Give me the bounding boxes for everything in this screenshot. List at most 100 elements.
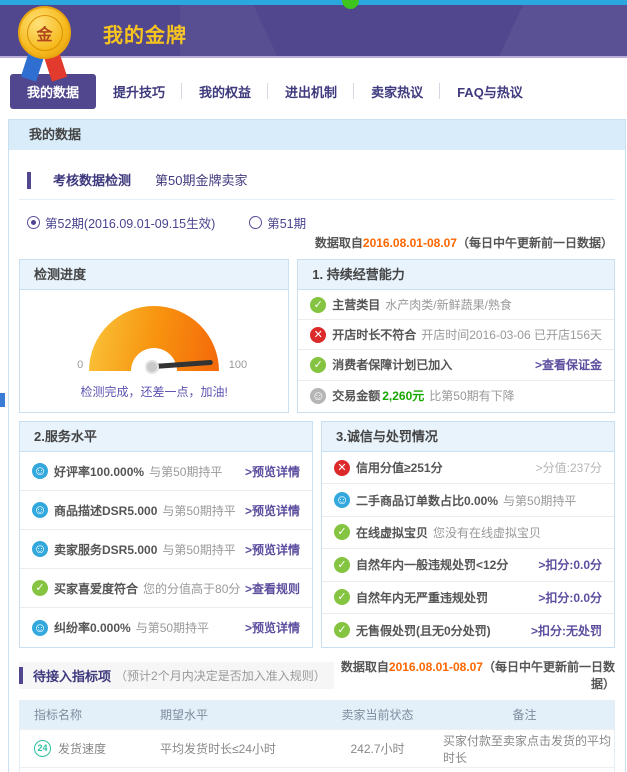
row-label: 二手商品订单数占比0.00% (356, 492, 498, 509)
col-header-remark: 备注 (435, 701, 614, 729)
panel-2: 2.服务水平 ☺好评率100.000%与第50期持平>预览详情☺商品描述DSR5… (19, 421, 313, 648)
tab-5[interactable]: 卖家热议 (354, 74, 440, 109)
row-detail: 与第50期持平 (503, 492, 576, 509)
row-detail: 与第50期持平 (136, 619, 209, 636)
check-icon: ✓ (310, 297, 326, 313)
neutral-icon: ☺ (310, 388, 326, 404)
row-link[interactable]: >扣分:0.0分 (538, 556, 602, 573)
radio-dot (249, 216, 262, 229)
panel-progress-title: 检测进度 (20, 260, 288, 290)
row-detail: 开店时间2016-03-06 已开店156天 (421, 326, 602, 343)
cell-name: 24 发货速度 (20, 740, 160, 757)
row-label: 无售假处罚(且无0分处罚) (356, 622, 491, 639)
tab-3[interactable]: 我的权益 (182, 74, 268, 109)
panel-3: 3.诚信与处罚情况 ✕ 信用分值≥251分 >分值:237分 ☺ 二手商品订单数占比0.… (321, 421, 615, 648)
row-link[interactable]: >预览详情 (245, 541, 300, 558)
panel-row: ✓ 主营类目水产肉类/新鲜蔬果/熟食 (298, 290, 614, 320)
check-icon: ✓ (334, 524, 350, 540)
gauge-caption: 检测完成，还差一点，加油! (80, 383, 227, 400)
row-link[interactable]: >预览详情 (245, 502, 300, 519)
sub-tab-bar: 考核数据检测第50期金牌卖家 (19, 160, 615, 200)
tab-6[interactable]: FAQ与热议 (440, 74, 540, 109)
cross-icon: ✕ (310, 327, 326, 343)
top-browser-bar (0, 0, 627, 5)
row-link[interactable]: >查看保证金 (535, 356, 602, 373)
period-radio-group: 第52期(2016.09.01-09.15生效) 第51期 (27, 213, 615, 232)
panel-row: ✓ 买家喜爱度符合您的分值高于80分 >查看规则 (20, 569, 312, 608)
cross-icon: ✕ (334, 460, 350, 476)
row-label: 开店时长不符合 (332, 326, 416, 343)
pending-title: 待接入指标项 (33, 666, 111, 685)
panel-row: ☺ 卖家服务DSR5.000 与第50期持平 >预览详情 (20, 530, 312, 569)
check-icon: ✓ (334, 557, 350, 573)
发货速度-icon: 24 (34, 740, 51, 757)
row-link[interactable]: >预览详情 (245, 619, 300, 636)
table-row: 24发货速度平均发货时长≤24小时242.7小时买家付款至卖家点击发货的平均时长 (20, 729, 614, 767)
progress-gauge: 0 100 (89, 306, 219, 371)
row-detail: 比第50期有下降 (429, 387, 514, 404)
row-link-gray: >分值:237分 (536, 459, 602, 476)
pending-section-header: 待接入指标项 （预计2个月内决定是否加入准入规则） 数据取自2016.08.01… (19, 658, 615, 692)
smile-icon: ☺ (32, 541, 48, 557)
medal-coin: 金 (18, 6, 71, 59)
check-icon: ✓ (32, 580, 48, 596)
cell-expect: 平均发货时长≤24小时 (160, 740, 320, 757)
row-label: 自然年内一般违规处罚<12分 (356, 556, 508, 573)
period-radio-2[interactable]: 第51期 (249, 213, 306, 232)
panel-progress: 检测进度 0 100 检测完成，还差一点，加油! (19, 259, 289, 413)
metric-name: 发货速度 (58, 740, 106, 757)
row-detail: 水产肉类/新鲜蔬果/熟食 (385, 296, 512, 313)
row-label: 在线虚拟宝贝 (356, 524, 428, 541)
row-label: 交易金额 (332, 387, 380, 404)
panel-row: ✓ 在线虚拟宝贝您没有在线虚拟宝贝 (322, 517, 614, 549)
panel-row: ☺ 交易金额2,260元比第50期有下降 (298, 381, 614, 411)
page-title: 我的金牌 (103, 19, 187, 48)
tab-2[interactable]: 提升技巧 (96, 74, 182, 109)
row-label: 主营类目 (332, 296, 380, 313)
subtab-1[interactable]: 考核数据检测 (41, 166, 143, 199)
row-label: 自然年内无严重违规处罚 (356, 589, 488, 606)
col-header-expect: 期望水平 (160, 701, 320, 729)
smile-icon: ☺ (334, 492, 350, 508)
check-icon: ✓ (310, 357, 326, 373)
row-link[interactable]: >扣分:0.0分 (538, 589, 602, 606)
row-detail: 与第50期持平 (162, 502, 235, 519)
edge-scroll-chip[interactable] (0, 393, 5, 407)
panel-row: ☺ 二手商品订单数占比0.00% 与第50期持平 (322, 484, 614, 516)
col-header-name: 指标名称 (20, 701, 160, 729)
panel-row: ☺商品描述DSR5.000与第50期持平>预览详情 (20, 491, 312, 530)
gauge-min-label: 0 (77, 359, 83, 371)
row-detail: 您的分值高于80分 (143, 580, 240, 597)
row-label: 消费者保障计划已加入 (332, 356, 452, 373)
row-label: 信用分值≥251分 (356, 459, 443, 476)
row-link[interactable]: >扣分:无处罚 (531, 622, 602, 639)
row-detail: 与第50期持平 (149, 463, 222, 480)
row-label: 卖家服务DSR5.000 (54, 541, 157, 558)
tab-4[interactable]: 进出机制 (268, 74, 354, 109)
smile-icon: ☺ (32, 463, 48, 479)
row-link[interactable]: >查看规则 (245, 580, 300, 597)
remark-text: 买家付款至卖家点击发货的平均时长 (443, 734, 611, 765)
period-radio-1[interactable]: 第52期(2016.09.01-09.15生效) (27, 213, 215, 232)
subtab-accent-bar (27, 172, 31, 189)
table-row: 7退货承诺设置退货承诺商品数>00个店铺设置了退货承诺的商品数量，点击设置 (20, 767, 614, 772)
panel-row: ✓ 自然年内一般违规处罚<12分 >扣分:0.0分 (322, 549, 614, 581)
gold-medal-icon: 金 (16, 6, 74, 84)
panel-3-title: 3.诚信与处罚情况 (322, 422, 614, 452)
gauge-hub (145, 360, 159, 374)
pending-metrics-table: 指标名称 期望水平 卖家当前状态 备注 24发货速度平均发货时长≤24小时242… (19, 700, 615, 772)
row-label: 买家喜爱度符合 (54, 580, 138, 597)
row-detail: 与第50期持平 (162, 541, 235, 558)
data-source-note: 数据取自2016.08.01-08.07（每日中午更新前一日数据） (19, 234, 613, 251)
data-source-note-2: 数据取自2016.08.01-08.07（每日中午更新前一日数据） (334, 658, 615, 692)
row-detail: 您没有在线虚拟宝贝 (433, 524, 541, 541)
cell-remark: 买家付款至卖家点击发货的平均时长 (435, 732, 614, 766)
subtab-2[interactable]: 第50期金牌卖家 (143, 166, 259, 199)
row-label: 纠纷率0.000% (54, 619, 131, 636)
panel-row: ☺好评率100.000%与第50期持平>预览详情 (20, 452, 312, 491)
row-link[interactable]: >预览详情 (245, 463, 300, 480)
panel-row: ✕ 信用分值≥251分 >分值:237分 (322, 452, 614, 484)
panel-row: ✕ 开店时长不符合开店时间2016-03-06 已开店156天 (298, 320, 614, 350)
radio-label: 第52期(2016.09.01-09.15生效) (45, 213, 215, 232)
row-value: 2,260元 (382, 387, 424, 404)
